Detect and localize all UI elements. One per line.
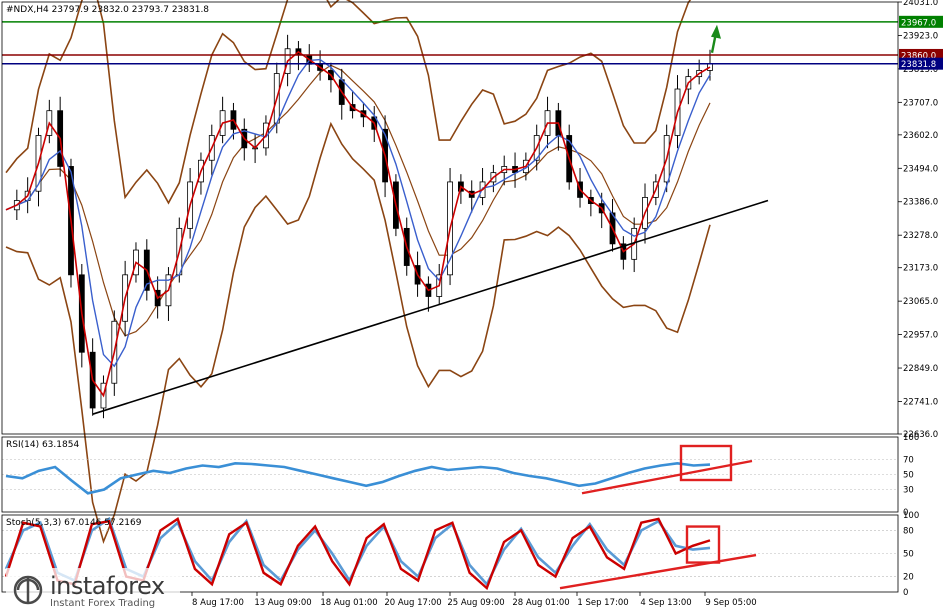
price-level-label: 23967.0 (901, 18, 936, 28)
watermark-name: instaforex (50, 572, 165, 600)
price-tick-label: 23173.0 (903, 264, 938, 274)
candle-body (707, 63, 713, 71)
time-tick-label: 13 Aug 09:00 (254, 598, 311, 608)
price-tick-label: 22957.0 (903, 331, 938, 341)
stoch-tick-label: 20 (903, 573, 914, 583)
rsi-tick-label: 70 (903, 456, 914, 466)
rsi-title: RSI(14) 63.1854 (6, 440, 79, 450)
rsi-tick-label: 30 (903, 486, 914, 496)
time-tick-label: 9 Sep 05:00 (705, 598, 756, 608)
price-tick-label: 23602.0 (903, 131, 938, 141)
instaforex-logo-icon (13, 575, 43, 605)
price-tick-label: 24031.0 (903, 0, 938, 8)
rsi-tick-label: 50 (903, 471, 914, 481)
stoch-tick-label: 80 (903, 526, 914, 536)
rsi-tick-label: 100 (903, 433, 919, 443)
rsi-panel: 1007050300RSI(14) 63.1854 (2, 433, 919, 518)
price-tick-label: 23923.0 (903, 31, 938, 41)
time-tick-label: 25 Aug 09:00 (447, 598, 504, 608)
stoch-title: Stoch(5,3,3) 67.0146 57.2169 (6, 518, 142, 528)
time-tick-label: 8 Aug 17:00 (192, 598, 244, 608)
price-tick-label: 22849.0 (903, 364, 938, 374)
price-level-label: 23831.8 (901, 60, 936, 70)
stoch-tick-label: 0 (903, 588, 908, 598)
arrow-up-icon (711, 24, 721, 39)
bollinger-middle-line (5, 64, 711, 337)
price-tick-label: 23278.0 (903, 231, 938, 241)
price-tick-label: 23386.0 (903, 198, 938, 208)
stoch-tick-label: 50 (903, 550, 914, 560)
price-tick-label: 23065.0 (903, 297, 938, 307)
watermark-tagline: Instant Forex Trading (50, 598, 156, 609)
price-panel: 24031.023923.023815.023707.023602.023494… (2, 0, 943, 544)
time-tick-label: 18 Aug 01:00 (320, 598, 377, 608)
time-tick-label: 1 Sep 17:00 (577, 598, 628, 608)
stoch-highlight-box (685, 525, 721, 564)
chart-canvas: 24031.023923.023815.023707.023602.023494… (1, 0, 943, 608)
time-tick-label: 28 Aug 01:00 (512, 598, 569, 608)
price-tick-label: 23707.0 (903, 98, 938, 108)
bollinger-upper-line (5, 0, 692, 205)
price-tick-label: 22741.0 (903, 397, 938, 407)
time-tick-label: 20 Aug 17:00 (384, 598, 441, 608)
rsi-highlight-box (679, 444, 733, 482)
price-tick-label: 23494.0 (903, 164, 938, 174)
chart-title: #NDX,H4 23797.9 23832.0 23793.7 23831.8 (6, 5, 209, 15)
time-tick-label: 4 Sep 13:00 (640, 598, 691, 608)
stoch-tick-label: 100 (903, 511, 919, 521)
watermark: instaforex Instant Forex Trading (6, 568, 180, 612)
stoch-trendline (559, 553, 757, 590)
